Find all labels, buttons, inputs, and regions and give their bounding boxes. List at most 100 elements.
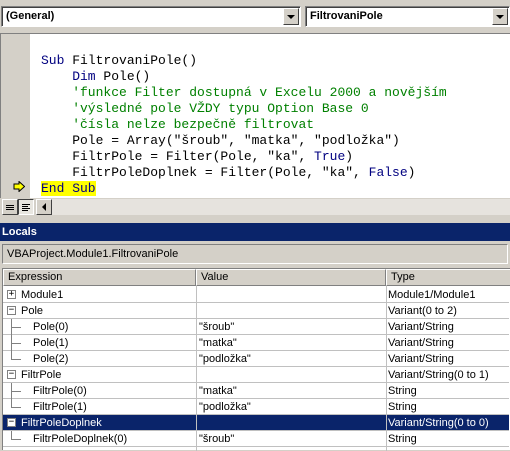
expression-label: FiltrPoleDoplnek(0) bbox=[33, 433, 128, 445]
chevron-down-icon bbox=[287, 14, 295, 19]
chevron-left-icon bbox=[42, 203, 46, 211]
expression-cell: − Pole bbox=[5, 303, 195, 319]
type-cell: Variant(0 to 2) bbox=[388, 305, 457, 317]
value-cell[interactable]: "šroub" bbox=[199, 431, 385, 447]
column-header-type-label: Type bbox=[391, 271, 415, 283]
type-cell: String bbox=[388, 433, 417, 445]
code-token: 'funkce Filter dostupná v Excelu 2000 a … bbox=[41, 85, 447, 100]
code-token: ) bbox=[345, 149, 354, 164]
type-cell: Variant/String bbox=[388, 337, 454, 349]
tree-line bbox=[11, 407, 21, 408]
object-combo[interactable]: (General) bbox=[1, 6, 301, 27]
code-token: ) bbox=[407, 165, 416, 180]
code-bottom-bar bbox=[0, 198, 510, 215]
tree-line bbox=[11, 343, 21, 344]
tree-line bbox=[11, 391, 21, 392]
code-line[interactable]: 'čísla nelze bezpečně filtrovat bbox=[41, 117, 314, 133]
code-token: Sub bbox=[41, 53, 73, 68]
procedure-view-button[interactable] bbox=[2, 199, 18, 215]
code-line[interactable]: Pole = Array("šroub", "matka", "podložka… bbox=[41, 133, 400, 149]
expression-cell: − FiltrPole bbox=[5, 367, 195, 383]
tree-line bbox=[11, 439, 21, 440]
code-line[interactable]: End Sub bbox=[41, 181, 96, 197]
procedure-combo-value: FiltrovaniPole bbox=[310, 10, 383, 22]
procedure-combo[interactable]: FiltrovaniPole bbox=[305, 6, 510, 27]
code-line[interactable]: FiltrPole = Filter(Pole, "ka", True) bbox=[41, 149, 353, 165]
expression-label: Pole bbox=[21, 305, 44, 317]
tree-line bbox=[11, 431, 12, 439]
locals-row[interactable]: Pole(1) "matka" Variant/String bbox=[3, 335, 509, 351]
procedure-combo-dropdown-button[interactable] bbox=[492, 8, 508, 25]
horizontal-scrollbar[interactable] bbox=[52, 199, 510, 215]
locals-row[interactable]: + Module1 Module1/Module1 bbox=[3, 287, 509, 303]
collapse-minus-icon[interactable]: − bbox=[7, 370, 16, 379]
expression-cell: FiltrPole(0) bbox=[5, 383, 195, 399]
locals-row[interactable]: − FiltrPoleDoplnek Variant/String(0 to 0) bbox=[3, 415, 509, 431]
tree-line bbox=[11, 399, 12, 407]
code-line[interactable]: Dim Pole() bbox=[41, 69, 150, 85]
expression-label: FiltrPole bbox=[21, 369, 62, 381]
code-token: 'čísla nelze bezpečně filtrovat bbox=[41, 117, 315, 132]
code-token: FiltrPoleDoplnek = Filter(Pole, "ka", bbox=[41, 165, 369, 180]
type-cell: Variant/String bbox=[388, 321, 454, 333]
code-token: True bbox=[314, 149, 346, 164]
code-line[interactable]: 'výsledné pole VŽDY typu Option Base 0 bbox=[41, 101, 369, 117]
yellow-arrow-icon bbox=[13, 181, 25, 192]
value-cell[interactable]: "podložka" bbox=[199, 351, 385, 367]
expression-cell: Pole(2) bbox=[5, 351, 195, 367]
type-cell: Module1/Module1 bbox=[388, 289, 476, 301]
locals-row[interactable]: FiltrPole(0) "matka" String bbox=[3, 383, 509, 399]
scroll-left-button[interactable] bbox=[36, 199, 52, 215]
margin-indicator-bar[interactable] bbox=[1, 34, 31, 198]
collapse-minus-icon[interactable]: − bbox=[7, 418, 16, 427]
type-cell: Variant/String(0 to 0) bbox=[388, 417, 489, 429]
column-header-value[interactable]: Value bbox=[196, 269, 386, 286]
code-line[interactable]: Sub FiltrovaniPole() bbox=[41, 53, 197, 69]
expand-plus-icon[interactable]: + bbox=[7, 290, 16, 299]
value-cell[interactable] bbox=[199, 367, 385, 383]
expression-label: Module1 bbox=[21, 289, 64, 301]
column-header-expression[interactable]: Expression bbox=[3, 269, 196, 286]
code-window: (General) FiltrovaniPole Sub FiltrovaniP… bbox=[0, 0, 510, 218]
value-cell[interactable]: "podložka" bbox=[199, 399, 385, 415]
expression-label: Pole(1) bbox=[33, 337, 69, 349]
code-line[interactable]: 'funkce Filter dostupná v Excelu 2000 a … bbox=[41, 85, 447, 101]
value-cell[interactable]: "matka" bbox=[199, 335, 385, 351]
column-divider bbox=[196, 286, 197, 451]
locals-row[interactable]: FiltrPole(1) "podložka" String bbox=[3, 399, 509, 415]
expression-cell: + Module1 bbox=[5, 287, 195, 303]
locals-context[interactable]: VBAProject.Module1.FiltrovaniPole bbox=[2, 244, 508, 264]
locals-row[interactable]: − FiltrPole Variant/String(0 to 1) bbox=[3, 367, 509, 383]
column-header-value-label: Value bbox=[201, 271, 229, 283]
value-cell[interactable] bbox=[199, 303, 385, 319]
expression-label: FiltrPole(1) bbox=[33, 401, 87, 413]
full-module-view-button[interactable] bbox=[18, 199, 34, 215]
code-text-area[interactable]: Sub FiltrovaniPole() Dim Pole() 'funkce … bbox=[32, 34, 510, 198]
full-module-view-icon bbox=[22, 203, 30, 211]
code-line[interactable]: FiltrPoleDoplnek = Filter(Pole, "ka", Fa… bbox=[41, 165, 415, 181]
locals-title-bar[interactable]: Locals bbox=[0, 223, 510, 241]
type-cell: Variant/String bbox=[388, 353, 454, 365]
code-token: FiltrovaniPole() bbox=[72, 53, 198, 68]
code-token: Pole() bbox=[103, 69, 151, 84]
value-cell[interactable] bbox=[199, 287, 385, 303]
collapse-minus-icon[interactable]: − bbox=[7, 306, 16, 315]
code-token: FiltrPole = Filter(Pole, "ka", bbox=[41, 149, 315, 164]
locals-row[interactable]: Pole(2) "podložka" Variant/String bbox=[3, 351, 509, 367]
procedure-view-icon bbox=[6, 204, 14, 210]
locals-row[interactable]: − Pole Variant(0 to 2) bbox=[3, 303, 509, 319]
expression-label: Pole(0) bbox=[33, 321, 69, 333]
value-cell[interactable]: "šroub" bbox=[199, 319, 385, 335]
value-cell[interactable] bbox=[199, 415, 385, 431]
column-header-type[interactable]: Type bbox=[386, 269, 510, 286]
value-cell[interactable]: "matka" bbox=[199, 383, 385, 399]
code-token: 'výsledné pole VŽDY typu Option Base 0 bbox=[41, 101, 369, 116]
code-editor[interactable]: Sub FiltrovaniPole() Dim Pole() 'funkce … bbox=[0, 33, 510, 198]
object-combo-dropdown-button[interactable] bbox=[283, 8, 299, 25]
locals-row[interactable]: FiltrPoleDoplnek(0) "šroub" String bbox=[3, 431, 509, 447]
code-token: Pole = Array("šroub", "matka", "podložka… bbox=[41, 133, 400, 148]
expression-label: FiltrPole(0) bbox=[33, 385, 87, 397]
expression-cell: FiltrPoleDoplnek(0) bbox=[5, 431, 195, 447]
locals-row[interactable]: Pole(0) "šroub" Variant/String bbox=[3, 319, 509, 335]
chevron-down-icon bbox=[496, 14, 504, 19]
